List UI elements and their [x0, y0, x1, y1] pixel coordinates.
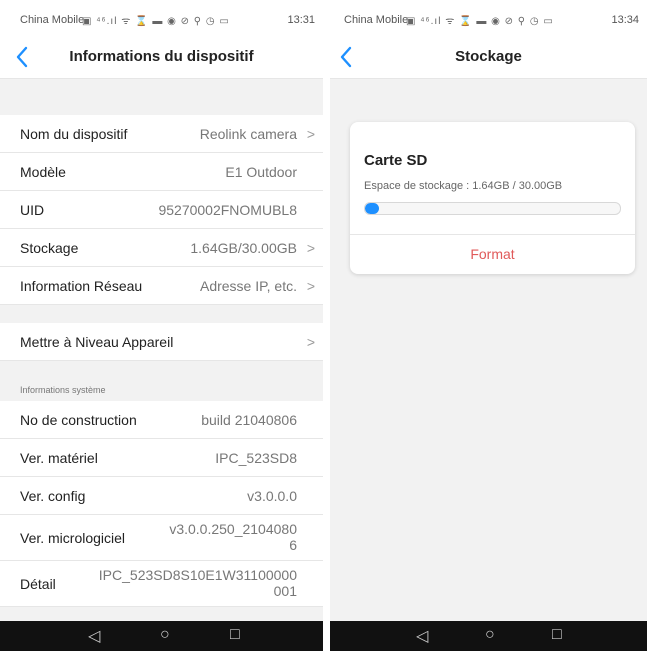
row-upgrade-device[interactable]: Mettre à Niveau Appareil > [0, 323, 323, 361]
status-icons: ▣ ⁴⁶.ıl ᯤ ⌛ ▬ ◉ ⊘ ⚲ ◷ ▭ [406, 16, 554, 27]
row-label: No de construction [20, 412, 137, 428]
page-title: Stockage [455, 48, 522, 65]
spacer [0, 305, 323, 323]
row-value: 1.64GB/30.00GB [190, 240, 297, 256]
row-label: Nom du dispositif [20, 126, 128, 142]
back-triangle-icon[interactable]: ◁ [88, 626, 100, 646]
row-label: UID [20, 202, 45, 218]
nav-bar: Informations du dispositif [0, 36, 323, 79]
row-firmware-version: Ver. micrologiciel v3.0.0.250_2104080 6 [0, 515, 323, 561]
section-title: Informations système [20, 385, 106, 395]
storage-progress-fill [365, 203, 380, 214]
row-value: build 21040806 [201, 412, 297, 428]
clock: 13:34 [611, 14, 639, 26]
row-value: v3.0.0.250_2104080 6 [157, 521, 297, 553]
chevron-right-icon: > [306, 334, 315, 350]
status-bar: China Mobile ▣ ⁴⁶.ıl ᯤ ⌛ ▬ ◉ ⊘ ⚲ ◷ ▭ 13:… [0, 0, 323, 36]
row-network-info[interactable]: Information Réseau Adresse IP, etc. > [0, 267, 323, 305]
row-model: Modèle E1 Outdoor [0, 153, 323, 191]
row-value: Adresse IP, etc. [199, 278, 297, 294]
carrier-label: China Mobile [20, 14, 85, 26]
sd-card-panel: Carte SD Espace de stockage : 1.64GB / 3… [350, 122, 635, 274]
system-info-header: Informations système [0, 361, 323, 401]
row-value-line: v3.0.0.250_2104080 [169, 521, 297, 537]
chevron-right-icon: > [306, 126, 315, 142]
row-value: 95270002FNOMUBL8 [158, 202, 297, 218]
divider [350, 234, 635, 235]
clock: 13:31 [287, 14, 315, 26]
row-label: Détail [20, 576, 56, 592]
chevron-right-icon: > [306, 240, 315, 256]
chevron-right-icon: > [306, 278, 315, 294]
row-label: Modèle [20, 164, 66, 180]
back-triangle-icon[interactable]: ◁ [416, 626, 428, 646]
row-value: Reolink camera [199, 126, 297, 142]
system-nav-bar: ◁ ○ □ [330, 621, 647, 651]
row-storage[interactable]: Stockage 1.64GB/30.00GB > [0, 229, 323, 267]
row-label: Ver. micrologiciel [20, 530, 126, 546]
card-title: Carte SD [364, 152, 428, 169]
storage-description: Espace de stockage : 1.64GB / 30.00GB [364, 180, 563, 192]
recent-square-icon[interactable]: □ [230, 626, 240, 644]
row-label: Stockage [20, 240, 79, 256]
recent-square-icon[interactable]: □ [552, 626, 562, 644]
row-detail: Détail IPC_523SD8S10E1W31100000 001 [0, 561, 323, 607]
row-value: v3.0.0.0 [247, 488, 297, 504]
row-config-version: Ver. config v3.0.0.0 [0, 477, 323, 515]
row-build-number: No de construction build 21040806 [0, 401, 323, 439]
format-button[interactable]: Format [350, 246, 635, 262]
row-hardware-version: Ver. matériel IPC_523SD8 [0, 439, 323, 477]
row-value-line: 6 [289, 537, 297, 553]
row-value-line: 001 [273, 583, 297, 599]
row-label: Ver. matériel [20, 450, 98, 466]
page-title: Informations du dispositif [69, 48, 254, 65]
row-label: Ver. config [20, 488, 86, 504]
carrier-label: China Mobile [344, 14, 409, 26]
status-bar: China Mobile ▣ ⁴⁶.ıl ᯤ ⌛ ▬ ◉ ⊘ ⚲ ◷ ▭ 13:… [330, 0, 647, 36]
system-nav-bar: ◁ ○ □ [0, 621, 323, 651]
spacer [0, 79, 323, 115]
device-info-screen: China Mobile ▣ ⁴⁶.ıl ᯤ ⌛ ▬ ◉ ⊘ ⚲ ◷ ▭ 13:… [0, 0, 323, 651]
row-value: IPC_523SD8S10E1W31100000 001 [87, 567, 297, 599]
storage-screen: China Mobile ▣ ⁴⁶.ıl ᯤ ⌛ ▬ ◉ ⊘ ⚲ ◷ ▭ 13:… [330, 0, 647, 651]
home-circle-icon[interactable]: ○ [160, 626, 170, 644]
row-uid: UID 95270002FNOMUBL8 [0, 191, 323, 229]
row-value: E1 Outdoor [225, 164, 297, 180]
row-value: IPC_523SD8 [215, 450, 297, 466]
home-circle-icon[interactable]: ○ [485, 626, 495, 644]
status-icons: ▣ ⁴⁶.ıl ᯤ ⌛ ▬ ◉ ⊘ ⚲ ◷ ▭ [82, 16, 230, 27]
row-label: Information Réseau [20, 278, 143, 294]
row-value-line: IPC_523SD8S10E1W31100000 [98, 567, 297, 583]
nav-bar: Stockage [330, 36, 647, 79]
row-device-name[interactable]: Nom du dispositif Reolink camera > [0, 115, 323, 153]
row-label: Mettre à Niveau Appareil [20, 334, 174, 350]
storage-progress-bar [364, 202, 621, 215]
